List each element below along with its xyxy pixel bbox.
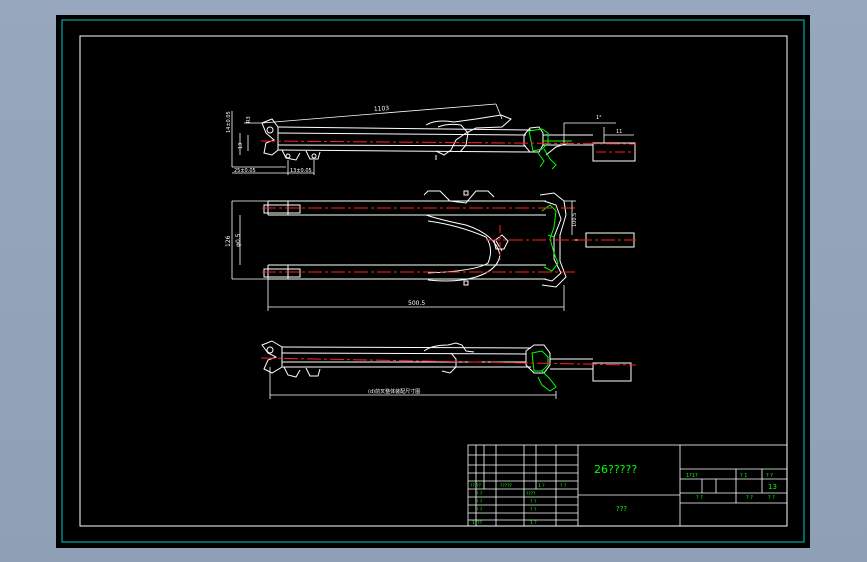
left-row-4-2: 1 ? — [530, 520, 537, 526]
dim-top-length: 1103 — [374, 105, 390, 113]
title-sheet-number: 13 — [768, 483, 777, 491]
top-view-dimensions — [231, 103, 634, 175]
bottom-view-crown-green — [531, 350, 557, 392]
title-left-rows: ?? ?? ????? 1 ? ? ? ? ? ???? ? ? ? ? ? ?… — [470, 483, 567, 526]
title-sheet-label: ? 1 — [740, 473, 747, 479]
fork-drawing: 1103 14±0.05 R3 13 25±0.05 13±0.05 1° 11 — [61, 19, 805, 543]
left-row-2-2: ? ? — [530, 499, 537, 505]
left-row-1-0: ? ? — [476, 491, 483, 497]
dim-top-right-small: 1° — [596, 115, 602, 121]
front-view-dimensions — [231, 200, 576, 311]
title-r3: ? ? — [768, 495, 775, 501]
left-row-3-2: ? ? — [530, 507, 537, 513]
dim-top-right-len: 11 — [616, 129, 622, 135]
title-scale-label: 1?1? — [686, 473, 698, 479]
dim-top-bottom-left: 25±0.05 — [234, 168, 256, 174]
title-material: ??? — [616, 505, 627, 513]
dim-bottom-label: (d)前叉整体装配尺寸图 — [368, 388, 420, 395]
outer-frame — [61, 19, 805, 543]
dim-front-width-inner: φ0.5 — [235, 233, 242, 247]
dim-top-left-2: R3 — [246, 116, 252, 123]
title-r1: ? ? — [696, 495, 703, 501]
title-block — [467, 444, 788, 527]
left-row-0-0: ?? ?? — [470, 483, 482, 489]
left-row-0-3: ? ? — [560, 483, 567, 489]
left-row-3-0: ? ? — [476, 507, 483, 513]
title-sheet-of: ? ? — [766, 473, 773, 479]
dim-top-left-3: 13 — [238, 143, 244, 149]
front-fork-top-view — [261, 114, 636, 162]
dim-front-width: 126 — [225, 235, 232, 247]
drawing-sheet: 1103 14±0.05 R3 13 25±0.05 13±0.05 1° 11 — [56, 15, 810, 548]
dim-top-left-1: 14±0.05 — [226, 111, 232, 133]
dim-front-right: 100.5 — [572, 213, 578, 227]
front-fork-front-view — [263, 190, 635, 288]
title-drawing-name: 26????? — [594, 463, 637, 476]
left-row-2-0: ? ? — [476, 499, 483, 505]
top-view-centerline — [260, 140, 637, 145]
left-row-0-2: 1 ? — [538, 483, 545, 489]
cad-viewer: 1103 14±0.05 R3 13 25±0.05 13±0.05 1° 11 — [0, 0, 867, 562]
left-row-4-0: 1??? — [472, 520, 483, 526]
dim-top-bottom-mid: 13±0.05 — [290, 168, 312, 174]
title-r2: ? ? — [746, 495, 753, 501]
dim-front-length: 500.5 — [408, 300, 425, 307]
left-row-1-2: ???? — [526, 491, 536, 497]
left-row-0-1: ????? — [500, 483, 513, 489]
